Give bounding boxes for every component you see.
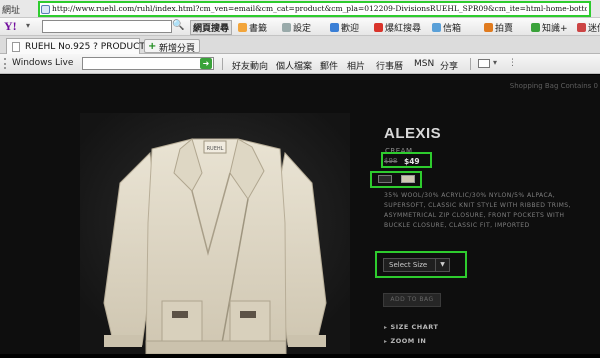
toolbar-item-label: 拍賣: [495, 24, 514, 34]
search-go-icon[interactable]: ➜: [200, 58, 212, 69]
new-tab-button[interactable]: + 新增分頁: [144, 39, 201, 54]
arrow-right-icon: ▸: [384, 338, 388, 345]
wl-item-msn[interactable]: MSN: [414, 59, 434, 69]
zoom-in-link[interactable]: ▸ ZOOM IN: [384, 337, 426, 345]
bookmarks-button[interactable]: 書籤: [238, 21, 267, 34]
sale-price: $49: [404, 157, 420, 166]
mini-notes-icon: [577, 23, 586, 32]
hot-search-icon: [374, 23, 383, 32]
new-tab-label: 新增分頁: [159, 44, 196, 54]
arrow-right-icon: ▸: [384, 324, 388, 331]
product-name: ALEXIS: [384, 125, 442, 142]
address-url[interactable]: http://www.ruehl.com/ruhl/index.html?cm_…: [52, 4, 587, 13]
divider: [470, 58, 471, 70]
plus-icon: +: [148, 41, 157, 52]
product-description: 35% WOOL/30% ACRYLIC/30% NYLON/5% ALPACA…: [384, 192, 571, 229]
original-price: $98: [384, 157, 398, 165]
knowledge-icon: [531, 23, 540, 32]
windows-live-search-input[interactable]: [82, 57, 214, 70]
wl-item-profile[interactable]: 個人檔案: [276, 59, 312, 72]
page-icon: [12, 42, 20, 52]
tab-label: RUEHL No.925 ? PRODUCT: [25, 42, 145, 52]
mail-icon: [432, 23, 441, 32]
chevron-down-icon[interactable]: ▾: [26, 21, 30, 30]
toolbar-item-mail[interactable]: 信箱: [432, 21, 461, 34]
size-select-label: Select Size: [389, 261, 428, 269]
svg-text:RUEHL: RUEHL: [207, 146, 224, 152]
windows-live-logo[interactable]: Windows Live: [12, 58, 73, 68]
divider: [222, 58, 223, 70]
welcome-icon: [330, 23, 339, 32]
toolbar-item-welcome[interactable]: 歡迎: [330, 21, 359, 34]
toolbar-grip[interactable]: [4, 58, 10, 69]
wl-item-photos[interactable]: 相片: [347, 59, 365, 72]
tab-active[interactable]: RUEHL No.925 ? PRODUCT: [6, 38, 145, 55]
wl-item-friends[interactable]: 好友動向: [232, 59, 268, 72]
wl-item-share[interactable]: 分享: [440, 59, 458, 72]
toolbar-item-label: 知識+: [542, 24, 568, 34]
auction-icon: [484, 23, 493, 32]
toolbar-item-label: 爆紅搜尋: [385, 24, 422, 34]
yahoo-toolbar: Y! ▾ 🔍 網頁搜尋 書籤 設定 歡迎 爆紅搜尋 信箱 拍賣 知識+ 迷你筆: [0, 18, 600, 36]
shopping-bag-status[interactable]: Shopping Bag Contains 0: [510, 82, 598, 90]
wl-item-calendar[interactable]: 行事曆: [376, 59, 403, 72]
tab-bar: RUEHL No.925 ? PRODUCT + 新增分頁: [0, 36, 600, 55]
size-chart-link[interactable]: ▸ SIZE CHART: [384, 323, 438, 331]
more-icon[interactable]: ⋮: [508, 58, 517, 68]
zoom-in-label: ZOOM IN: [390, 337, 427, 345]
yahoo-search-input[interactable]: [42, 20, 172, 33]
chevron-down-icon[interactable]: ▼: [435, 259, 449, 271]
search-icon[interactable]: 🔍: [172, 20, 184, 31]
settings-button[interactable]: 設定: [282, 21, 311, 34]
address-bar-row: 網址 http://www.ruehl.com/ruhl/index.html?…: [0, 0, 600, 18]
color-swatch-dark[interactable]: [378, 175, 392, 183]
toolbar-item-mini-notes[interactable]: 迷你筆: [577, 21, 600, 34]
toolbar-item-hot-search[interactable]: 爆紅搜尋: [374, 21, 421, 34]
bookmark-icon: [238, 23, 247, 32]
toolbar-item-label: 歡迎: [341, 24, 360, 34]
toolbar-item-knowledge[interactable]: 知識+: [531, 21, 568, 34]
page-icon: [41, 5, 50, 14]
address-label: 網址: [2, 6, 21, 16]
size-chart-label: SIZE CHART: [390, 323, 439, 331]
add-to-bag-button[interactable]: ADD TO BAG: [383, 293, 441, 307]
size-select[interactable]: Select Size ▼: [383, 258, 450, 272]
address-bar[interactable]: http://www.ruehl.com/ruhl/index.html?cm_…: [38, 1, 591, 17]
toolbar-item-label: 迷你筆: [588, 24, 600, 34]
settings-icon: [282, 23, 291, 32]
toolbar-item-label: 信箱: [443, 24, 462, 34]
cardigan-image: RUEHL: [80, 113, 350, 355]
color-swatch-cream[interactable]: [401, 175, 415, 183]
toolbar-item-auction[interactable]: 拍賣: [484, 21, 513, 34]
bookmarks-label: 書籤: [249, 24, 268, 34]
web-search-button[interactable]: 網頁搜尋: [190, 20, 233, 35]
wl-item-mail[interactable]: 郵件: [320, 59, 338, 72]
windows-live-toolbar: Windows Live ➜ 好友動向 個人檔案 郵件 相片 行事曆 MSN 分…: [0, 54, 600, 74]
settings-label: 設定: [293, 24, 312, 34]
window-icon[interactable]: [478, 59, 490, 68]
product-page: Shopping Bag Contains 0 RUEHL ALEXIS CRE…: [0, 75, 600, 355]
product-photo[interactable]: RUEHL: [80, 113, 350, 355]
yahoo-logo-icon[interactable]: Y!: [4, 19, 26, 34]
chevron-down-icon[interactable]: ▾: [493, 58, 497, 67]
